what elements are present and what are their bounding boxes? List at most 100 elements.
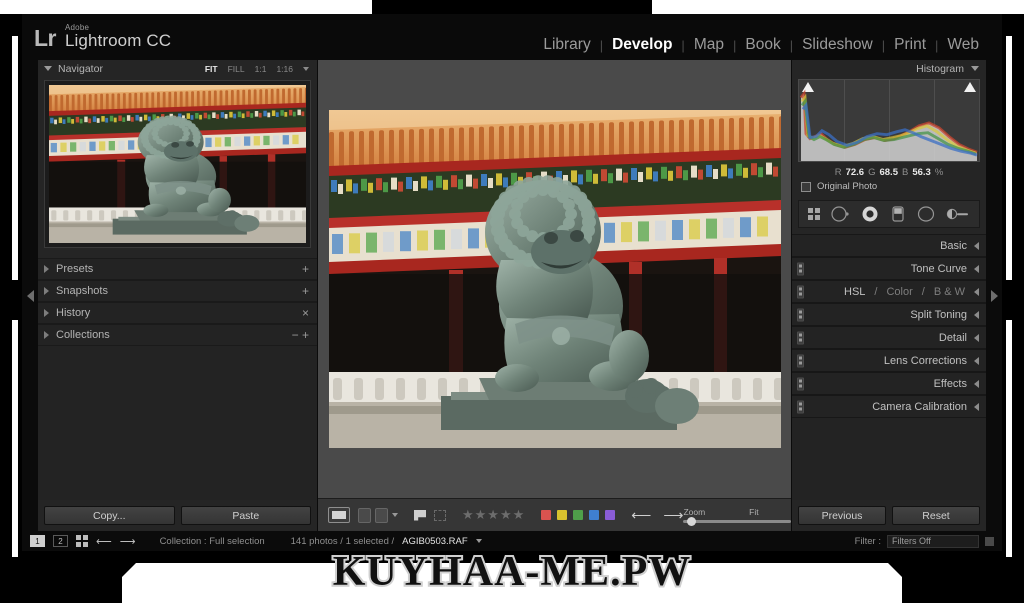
collapse-chevron-icon[interactable] <box>974 333 979 342</box>
left-section-control[interactable]: + <box>302 262 309 276</box>
left-section-control[interactable]: × <box>302 306 309 320</box>
disclosure-triangle-icon[interactable] <box>44 66 52 71</box>
navigator-zoom-1-1[interactable]: 1:1 <box>255 64 267 74</box>
panel-switch-icon[interactable] <box>797 331 804 344</box>
right-section-label-part[interactable]: HSL <box>844 286 865 298</box>
right-section-hsl-color-b-w[interactable]: HSL / Color / B & W <box>792 280 986 303</box>
red-eye-correction-tool-icon[interactable] <box>860 205 880 223</box>
filter-control[interactable]: Filter : Filters Off <box>855 534 994 548</box>
histogram-graph[interactable] <box>798 79 980 162</box>
module-web[interactable]: Web <box>938 36 988 54</box>
module-print[interactable]: Print <box>885 36 935 54</box>
before-after-icon[interactable] <box>358 507 371 523</box>
filmstrip-back-icon[interactable]: ⟵ <box>96 535 112 548</box>
before-after-alt-icon[interactable] <box>375 507 388 523</box>
develop-tool-strip[interactable] <box>798 200 980 228</box>
current-filename[interactable]: AGIB0503.RAF <box>402 536 467 547</box>
color-label-blue[interactable] <box>589 510 600 520</box>
left-panel-collapse-button[interactable] <box>22 60 38 531</box>
navigator-zoom-fit[interactable]: FIT <box>205 64 218 74</box>
left-section-presets[interactable]: Presets + <box>38 258 317 280</box>
color-label-green[interactable] <box>573 510 584 520</box>
flag-pick-icon[interactable] <box>414 509 426 521</box>
module-slideshow[interactable]: Slideshow <box>793 36 882 54</box>
filmstrip-source-2[interactable]: 2 <box>53 535 68 547</box>
radial-filter-tool-icon[interactable] <box>916 205 936 223</box>
panel-switch-icon[interactable] <box>797 262 804 275</box>
star-rating[interactable]: ★★★★★ <box>462 507 525 523</box>
module-map[interactable]: Map <box>685 36 733 54</box>
navigator-thumbnail-frame[interactable] <box>44 80 311 248</box>
right-section-label-part[interactable]: / <box>922 286 925 298</box>
module-develop[interactable]: Develop <box>603 36 681 54</box>
right-section-basic[interactable]: Basic <box>792 234 986 257</box>
navigator-thumbnail[interactable] <box>49 85 306 243</box>
filter-preset-field[interactable]: Filters Off <box>887 534 979 548</box>
color-label-red[interactable] <box>541 510 552 520</box>
panel-switch-icon[interactable] <box>797 377 804 390</box>
collapse-chevron-icon[interactable] <box>974 264 979 273</box>
view-mode-group[interactable] <box>328 507 350 523</box>
chevron-down-icon[interactable] <box>392 513 398 517</box>
collapse-chevron-icon[interactable] <box>974 402 979 411</box>
right-section-detail[interactable]: Detail <box>792 326 986 349</box>
filmstrip-forward-icon[interactable]: ⟶ <box>120 535 136 548</box>
navigator-header[interactable]: Navigator FIT FILL 1:1 1:16 <box>38 60 317 77</box>
module-library[interactable]: Library <box>534 36 599 54</box>
flag-group[interactable] <box>414 509 446 521</box>
module-book[interactable]: Book <box>736 36 789 54</box>
collapse-chevron-icon[interactable] <box>974 310 979 319</box>
right-panel-collapse-button[interactable] <box>986 60 1002 531</box>
right-section-split-toning[interactable]: Split Toning <box>792 303 986 326</box>
right-section-effects[interactable]: Effects <box>792 372 986 395</box>
right-section-tone-curve[interactable]: Tone Curve <box>792 257 986 280</box>
filter-toggle-icon[interactable] <box>985 536 994 546</box>
filename-chevron-down-icon[interactable] <box>475 539 482 543</box>
panel-switch-icon[interactable] <box>797 285 804 298</box>
flag-reject-icon[interactable] <box>434 509 446 521</box>
navigator-zoom-chevron-down-icon[interactable] <box>303 66 309 71</box>
navigator-zoom-1-16[interactable]: 1:16 <box>276 64 293 74</box>
disclosure-triangle-icon[interactable] <box>44 331 49 339</box>
main-photo[interactable] <box>328 110 781 448</box>
graduated-filter-tool-icon[interactable] <box>890 205 906 223</box>
checkbox-icon[interactable] <box>801 181 811 192</box>
previous-button[interactable]: Previous <box>798 506 886 525</box>
histogram-header[interactable]: Histogram <box>792 60 986 77</box>
reset-button[interactable]: Reset <box>892 506 980 525</box>
collapse-chevron-icon[interactable] <box>974 356 979 365</box>
color-label-purple[interactable] <box>605 510 616 520</box>
left-section-snapshots[interactable]: Snapshots + <box>38 280 317 302</box>
navigator-zoom-levels[interactable]: FIT FILL 1:1 1:16 <box>205 64 309 74</box>
zoom-slider-handle[interactable] <box>687 517 697 526</box>
disclosure-triangle-icon[interactable] <box>44 265 49 273</box>
right-section-label-part[interactable]: Color <box>886 286 912 298</box>
disclosure-triangle-icon[interactable] <box>971 66 979 71</box>
copy-button[interactable]: Copy... <box>44 506 175 525</box>
disclosure-triangle-icon[interactable] <box>44 309 49 317</box>
paste-button[interactable]: Paste <box>180 506 311 525</box>
loupe-view-icon[interactable] <box>328 507 350 523</box>
collapse-chevron-icon[interactable] <box>974 379 979 388</box>
adjustment-brush-tool-icon[interactable] <box>946 205 970 223</box>
panel-switch-icon[interactable] <box>797 354 804 367</box>
arrow-left-icon[interactable]: ⟵ <box>631 508 651 522</box>
right-section-label-part[interactable]: / <box>874 286 877 298</box>
image-canvas[interactable] <box>318 60 791 498</box>
spot-removal-tool-icon[interactable] <box>830 205 850 223</box>
color-label-yellow[interactable] <box>557 510 568 520</box>
arrow-right-icon[interactable]: ⟶ <box>663 508 683 522</box>
zoom-slider[interactable] <box>683 517 792 526</box>
disclosure-triangle-icon[interactable] <box>44 287 49 295</box>
left-section-collections[interactable]: Collections − + <box>38 324 317 346</box>
before-after-group[interactable] <box>358 507 398 523</box>
navigator-zoom-fill[interactable]: FILL <box>228 64 245 74</box>
panel-switch-icon[interactable] <box>797 400 804 413</box>
right-section-label-part[interactable]: B & W <box>934 286 965 298</box>
crop-overlay-tool-icon[interactable] <box>808 208 820 220</box>
right-section-camera-calibration[interactable]: Camera Calibration <box>792 395 986 418</box>
right-section-lens-corrections[interactable]: Lens Corrections <box>792 349 986 372</box>
navigate-photos-group[interactable]: ⟵ ⟶ <box>631 508 683 522</box>
collapse-chevron-icon[interactable] <box>974 241 979 250</box>
left-section-control[interactable]: − + <box>292 328 309 342</box>
